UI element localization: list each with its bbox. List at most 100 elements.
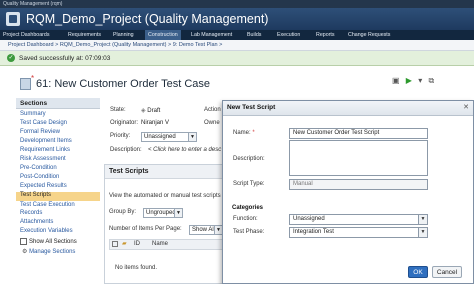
sidebar-item-attachments[interactable]: Attachments [20,219,53,225]
nav-construction[interactable]: Construction [145,30,181,40]
project-title: RQM_Demo_Project (Quality Management) [26,12,269,26]
check-icon: ✓ [7,54,15,62]
sections-header: Sections [16,98,100,109]
function-select[interactable]: Unassigned ▼ [289,214,428,225]
app-logo-icon [6,12,20,26]
sidebar-item-post-condition[interactable]: Post-Condition [20,174,59,180]
sidebar-item-formal-review[interactable]: Formal Review [20,129,60,135]
sidebar-item-test-case-design[interactable]: Test Case Design [20,120,67,126]
test-phase-value: Integration Test [293,229,334,235]
script-type-field: Manual [289,179,428,190]
page-title: 61: New Customer Order Test Case [36,78,211,90]
main-nav: Project Dashboards Requirements Planning… [0,30,474,40]
app-header: RQM_Demo_Project (Quality Management) [0,8,474,30]
gear-icon: ⚙ [22,249,28,255]
column-id[interactable]: ID [134,241,140,247]
chevron-down-icon[interactable]: ▼ [418,215,427,224]
page-toolbar: ▣ ▶ ▾ ⧉ [392,76,438,88]
nav-change-requests[interactable]: Change Requests [348,30,390,40]
test-scripts-description: View the automated or manual test script… [109,193,221,199]
folder-icon: ▰ [122,241,127,247]
dialog-header: New Test Script ✕ [223,101,473,116]
nav-planning[interactable]: Planning [113,30,134,40]
originator-label: Originator: [110,120,139,126]
sidebar-item-summary[interactable]: Summary [20,111,46,117]
test-scripts-header: Test Scripts [105,165,227,179]
draft-icon: ◈ [141,108,146,114]
manage-sections-label: Manage Sections [29,249,76,255]
name-input[interactable]: New Customer Order Test Script [289,128,428,139]
chevron-down-icon[interactable]: ▼ [174,209,182,217]
priority-value: Unassigned [144,134,176,140]
state-value: ◈ Draft [141,107,160,114]
status-banner: ✓ Saved successfully at: 07:09:03 [0,51,474,66]
sidebar-item-test-scripts[interactable]: Test Scripts [16,192,100,201]
script-type-label: Script Type: [233,181,265,187]
state-text: Draft [147,108,161,114]
sidebar-item-expected-results[interactable]: Expected Results [20,183,67,189]
items-per-page-select[interactable]: Show All ▼ [189,225,223,235]
chevron-down-icon[interactable]: ▼ [418,228,427,237]
action-label: Action [204,107,221,113]
sidebar-item-execution-variables[interactable]: Execution Variables [20,228,73,234]
nav-execution[interactable]: Execution [277,30,300,40]
modified-star-icon: * [31,74,35,83]
nav-reports[interactable]: Reports [316,30,335,40]
sidebar-item-pre-condition[interactable]: Pre-Condition [20,165,57,171]
items-per-page-value: Show All [192,227,216,233]
group-by-label: Group By: [109,209,137,215]
close-icon[interactable]: ✕ [463,101,469,115]
show-all-sections-checkbox[interactable]: Show All Sections [20,238,77,245]
checkbox-icon[interactable] [20,238,27,245]
chevron-down-icon[interactable]: ▼ [188,133,196,141]
select-all-checkbox[interactable] [112,241,118,247]
group-by-select[interactable]: Ungrouped ▼ [143,208,183,218]
originator-value[interactable]: Niranjan V [141,120,169,126]
sidebar-item-test-case-execution[interactable]: Test Case Execution [20,202,75,208]
description-label: Description: [110,147,142,153]
priority-label: Priority: [110,133,131,139]
show-all-label: Show All Sections [29,239,77,246]
description-label-dialog: Description: [233,156,265,162]
name-label-text: Name: [233,130,251,136]
ok-button[interactable]: OK [408,266,428,278]
sections-sidebar: Sections Summary Test Case Design Formal… [16,98,100,284]
status-message: Saved successfully at: 07:09:03 [19,55,111,62]
name-label: Name: * [233,130,255,136]
dropdown-icon[interactable]: ▾ [418,76,422,85]
priority-select[interactable]: Unassigned ▼ [141,132,197,142]
column-name[interactable]: Name [152,241,168,247]
sidebar-item-risk-assessment[interactable]: Risk Assessment [20,156,66,162]
breadcrumb[interactable]: Project Dashboard > RQM_Demo_Project (Qu… [0,40,474,51]
sidebar-item-records[interactable]: Records [20,210,42,216]
nav-lab-management[interactable]: Lab Management [191,30,232,40]
cancel-button[interactable]: Cancel [432,266,462,278]
nav-requirements[interactable]: Requirements [68,30,101,40]
function-label: Function: [233,216,258,222]
state-label: State: [110,107,126,113]
window-title: Quality Management (rqm) [3,1,63,7]
test-phase-label: Test Phase: [233,229,265,235]
function-value: Unassigned [293,216,325,222]
test-scripts-panel: Test Scripts View the automated or manua… [104,164,228,284]
group-by-value: Ungrouped [146,210,176,216]
nav-builds[interactable]: Builds [247,30,261,40]
nav-project-dashboards[interactable]: Project Dashboards [3,30,50,40]
no-items-message: No items found. [115,265,158,271]
description-placeholder[interactable]: < Click here to enter a desc [148,147,221,153]
test-phase-select[interactable]: Integration Test ▼ [289,227,428,238]
description-textarea[interactable] [289,140,428,176]
manage-sections-link[interactable]: ⚙ Manage Sections [22,248,75,255]
required-asterisk-icon: * [252,130,255,136]
save-icon[interactable]: ▣ [392,76,400,85]
test-case-icon [20,78,31,90]
chevron-down-icon[interactable]: ▼ [214,226,222,234]
copy-icon[interactable]: ⧉ [428,76,434,86]
window-title-bar: Quality Management (rqm) [0,0,474,8]
sidebar-item-development-items[interactable]: Development Items [20,138,72,144]
sidebar-item-requirement-links[interactable]: Requirement Links [20,147,70,153]
run-icon[interactable]: ▶ [406,76,412,85]
dialog-title: New Test Script [227,104,276,111]
categories-header: Categories [232,205,264,211]
table-header-row: ▰ ID Name [109,239,227,250]
